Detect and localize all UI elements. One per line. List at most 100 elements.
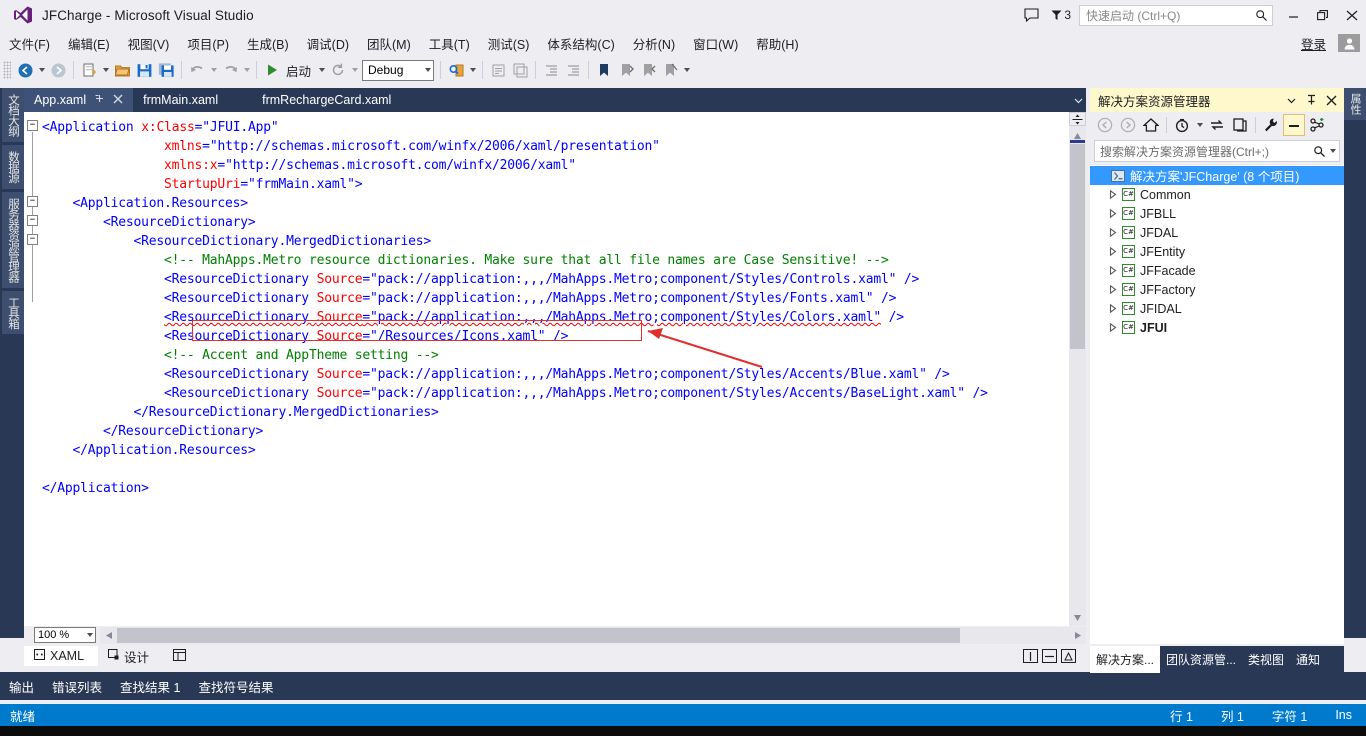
feedback-smiley-icon[interactable]	[1016, 0, 1046, 30]
tab-design-view[interactable]: 设计	[98, 644, 163, 669]
save-icon[interactable]	[133, 59, 155, 81]
xaml-source[interactable]: <Application x:Class="JFUI.App" xmlns="h…	[42, 112, 1066, 498]
sign-in-link[interactable]: 登录	[1289, 34, 1338, 53]
home-icon[interactable]	[1140, 114, 1162, 136]
close-tab-icon[interactable]	[113, 93, 123, 107]
minimize-button[interactable]	[1279, 0, 1308, 30]
menu-item-help[interactable]: 帮助(H)	[747, 30, 807, 57]
pending-changes-filter-icon[interactable]	[1171, 114, 1193, 136]
menu-item-team[interactable]: 团队(M)	[358, 30, 420, 57]
collapse-all-icon[interactable]	[1283, 114, 1305, 136]
refresh-icon[interactable]	[1229, 114, 1251, 136]
chevron-down-icon[interactable]	[1330, 149, 1336, 153]
editor-vertical-scrollbar[interactable]	[1069, 112, 1086, 626]
menu-item-tools[interactable]: 工具(T)	[420, 30, 479, 57]
pending-changes-dropdown[interactable]	[1194, 114, 1205, 136]
menu-item-analyze[interactable]: 分析(N)	[624, 30, 684, 57]
vtab-toolbox[interactable]: 工具箱	[0, 290, 24, 334]
editor-tab-app-xaml[interactable]: App.xaml	[24, 88, 134, 112]
solution-explorer-search-input[interactable]: 搜索解决方案资源管理器(Ctrl+;)	[1094, 140, 1340, 162]
pin-icon[interactable]	[94, 93, 105, 107]
se-tab-notifications[interactable]: 通知	[1290, 646, 1326, 673]
start-debug-dropdown[interactable]	[316, 59, 327, 81]
scroll-right-icon[interactable]	[1069, 627, 1086, 644]
start-debug-icon[interactable]	[261, 59, 283, 81]
find-in-files-icon[interactable]	[445, 59, 467, 81]
find-dropdown[interactable]	[467, 59, 478, 81]
expand-pane-icon[interactable]	[1061, 649, 1076, 663]
menu-item-window[interactable]: 窗口(W)	[684, 30, 747, 57]
close-icon[interactable]	[1322, 90, 1340, 110]
editor-tab-frmmain-xaml[interactable]: frmMain.xaml	[133, 88, 228, 112]
vtab-server-explorer[interactable]: 服务器资源管理器	[0, 191, 24, 288]
expander-arrow-icon[interactable]	[1106, 247, 1120, 256]
editor-tab-frmrechargecard-xaml[interactable]: frmRechargeCard.xaml	[228, 88, 401, 112]
bookmark-icon[interactable]	[593, 59, 615, 81]
split-vertical-icon[interactable]	[1023, 649, 1038, 663]
dock-tab-find-results[interactable]: 查找结果 1	[111, 672, 189, 701]
split-editor-handle[interactable]	[1069, 112, 1086, 126]
expander-arrow-icon[interactable]	[1106, 304, 1120, 313]
expander-arrow-icon[interactable]	[1106, 266, 1120, 275]
fold-marker[interactable]: −	[27, 215, 38, 226]
expander-arrow-icon[interactable]	[1106, 209, 1120, 218]
swap-panes-button[interactable]	[163, 646, 200, 667]
vtab-data-sources[interactable]: 数据源	[0, 145, 24, 189]
tree-item-project-jfui[interactable]: C# JFUI	[1090, 318, 1344, 337]
split-horizontal-icon[interactable]	[1042, 649, 1057, 663]
editor-horizontal-scrollbar[interactable]	[100, 626, 1086, 644]
dock-tab-find-symbol-results[interactable]: 查找符号结果	[189, 672, 282, 701]
tree-item-project-common[interactable]: C# Common	[1090, 185, 1344, 204]
tree-item-project-jffactory[interactable]: C# JFFactory	[1090, 280, 1344, 299]
start-debug-label[interactable]: 启动	[283, 61, 316, 80]
expander-arrow-icon[interactable]	[1106, 323, 1120, 332]
tab-list-dropdown-icon[interactable]	[1070, 88, 1086, 112]
new-project-dropdown[interactable]	[100, 59, 111, 81]
expander-arrow-icon[interactable]	[1106, 285, 1120, 294]
expander-arrow-icon[interactable]	[1106, 190, 1120, 199]
tree-item-project-jfbll[interactable]: C# JFBLL	[1090, 204, 1344, 223]
se-tab-class-view[interactable]: 类视图	[1242, 646, 1290, 673]
toolbar-overflow-icon[interactable]	[681, 59, 692, 81]
menu-item-test[interactable]: 测试(S)	[479, 30, 539, 57]
code-editor[interactable]: − − − − <Application x:Class="JFUI.App" …	[24, 112, 1086, 626]
fold-marker[interactable]: −	[27, 234, 38, 245]
pin-icon[interactable]	[1302, 90, 1320, 110]
close-button[interactable]	[1337, 0, 1366, 30]
menu-item-debug[interactable]: 调试(D)	[298, 30, 358, 57]
editor-vscroll-thumb[interactable]	[1070, 144, 1085, 349]
menu-item-file[interactable]: 文件(F)	[0, 30, 59, 57]
tab-xaml-view[interactable]: XAML	[24, 646, 99, 666]
save-all-icon[interactable]	[155, 59, 177, 81]
sync-with-active-document-icon[interactable]	[1206, 114, 1228, 136]
menu-item-architecture[interactable]: 体系结构(C)	[538, 30, 623, 57]
editor-glyph-margin[interactable]	[24, 112, 42, 626]
editor-hscroll-thumb[interactable]	[117, 627, 960, 643]
show-all-files-icon[interactable]	[1306, 114, 1328, 136]
tree-item-project-jfdal[interactable]: C# JFDAL	[1090, 223, 1344, 242]
properties-wrench-icon[interactable]	[1260, 114, 1282, 136]
user-avatar-icon[interactable]	[1338, 34, 1360, 52]
navigate-back-dropdown[interactable]	[36, 59, 47, 81]
tree-item-solution[interactable]: 解决方案'JFCharge' (8 个项目)	[1090, 166, 1344, 185]
dock-tab-error-list[interactable]: 错误列表	[43, 672, 111, 701]
menu-item-edit[interactable]: 编辑(E)	[59, 30, 119, 57]
solution-explorer-tree[interactable]: 解决方案'JFCharge' (8 个项目) C# Common C# JFBL…	[1090, 165, 1344, 644]
chevron-down-icon[interactable]	[1282, 90, 1300, 110]
se-tab-solution-explorer[interactable]: 解决方案...	[1090, 645, 1161, 673]
new-project-icon[interactable]	[78, 59, 100, 81]
scroll-down-icon[interactable]	[1069, 609, 1086, 626]
editor-zoom-combo[interactable]: 100 %	[34, 627, 96, 643]
restore-button[interactable]	[1308, 0, 1337, 30]
toolbar-grip[interactable]	[3, 61, 11, 79]
menu-item-view[interactable]: 视图(V)	[119, 30, 179, 57]
vtab-document-outline[interactable]: 文档大纲	[0, 88, 24, 142]
notification-flag-button[interactable]: 3	[1046, 8, 1075, 22]
tree-item-project-jfidal[interactable]: C# JFIDAL	[1090, 299, 1344, 318]
code-text-area[interactable]: <Application x:Class="JFUI.App" xmlns="h…	[42, 112, 1066, 626]
fold-marker[interactable]: −	[27, 196, 38, 207]
fold-marker[interactable]: −	[27, 120, 38, 131]
menu-item-project[interactable]: 项目(P)	[178, 30, 238, 57]
tree-item-project-jffacade[interactable]: C# JFFacade	[1090, 261, 1344, 280]
dock-tab-output[interactable]: 输出	[0, 672, 43, 701]
